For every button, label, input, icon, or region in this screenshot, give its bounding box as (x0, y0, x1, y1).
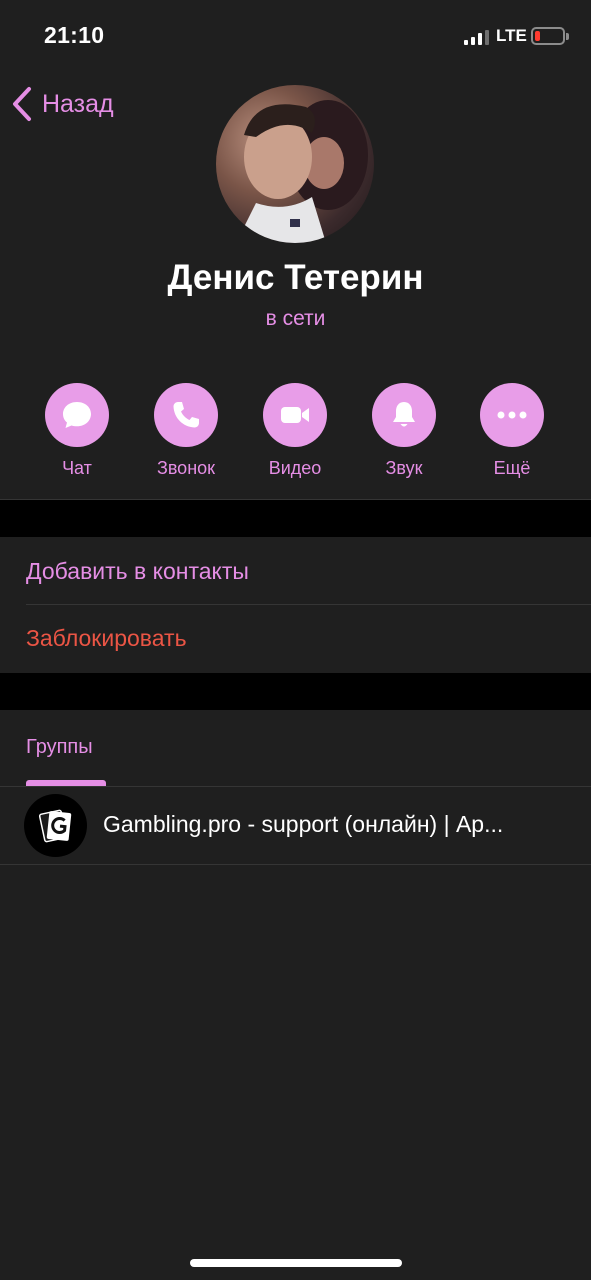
cellular-signal-icon (464, 30, 489, 45)
more-dots-icon (497, 411, 527, 419)
video-camera-icon (281, 407, 309, 423)
more-label: Ещё (493, 458, 531, 478)
group-title: Gambling.pro - support (онлайн) | Ар... (103, 811, 504, 837)
back-button[interactable]: Назад (10, 84, 114, 124)
network-type: LTE (496, 26, 527, 45)
group-avatar (24, 794, 87, 857)
battery-cap (566, 33, 569, 40)
profile-name: Денис Тетерин (167, 258, 424, 297)
playing-cards-logo-icon (38, 809, 71, 842)
bell-icon (393, 402, 415, 427)
call-button[interactable]: Звонок (131, 383, 241, 479)
tab-groups[interactable]: Группы (26, 736, 93, 759)
separator (0, 864, 591, 865)
back-label: Назад (42, 89, 114, 118)
avatar-photo (236, 100, 368, 243)
chat-button[interactable]: Чат (22, 383, 132, 479)
sound-button[interactable]: Звук (349, 383, 459, 479)
phone-icon (173, 402, 199, 428)
status-bar: 21:10 LTE (0, 0, 591, 72)
add-contact-button[interactable]: Добавить в контакты (0, 538, 591, 605)
sound-label: Звук (385, 458, 423, 478)
group-list-item[interactable]: Gambling.pro - support (онлайн) | Ар... (0, 787, 591, 864)
more-button[interactable]: Ещё (457, 383, 567, 479)
chat-label: Чат (62, 458, 92, 478)
online-status: в сети (265, 307, 326, 330)
profile-avatar[interactable] (216, 85, 374, 243)
battery-icon (531, 27, 565, 45)
chevron-left-icon (13, 87, 31, 121)
video-label: Видео (268, 458, 322, 478)
home-indicator[interactable] (190, 1259, 402, 1267)
status-time: 21:10 (44, 22, 105, 48)
video-button[interactable]: Видео (240, 383, 350, 479)
chat-bubble-icon (63, 402, 91, 428)
call-label: Звонок (156, 458, 216, 478)
section-gap (0, 500, 591, 537)
section-gap (0, 673, 591, 710)
block-button[interactable]: Заблокировать (0, 605, 591, 672)
